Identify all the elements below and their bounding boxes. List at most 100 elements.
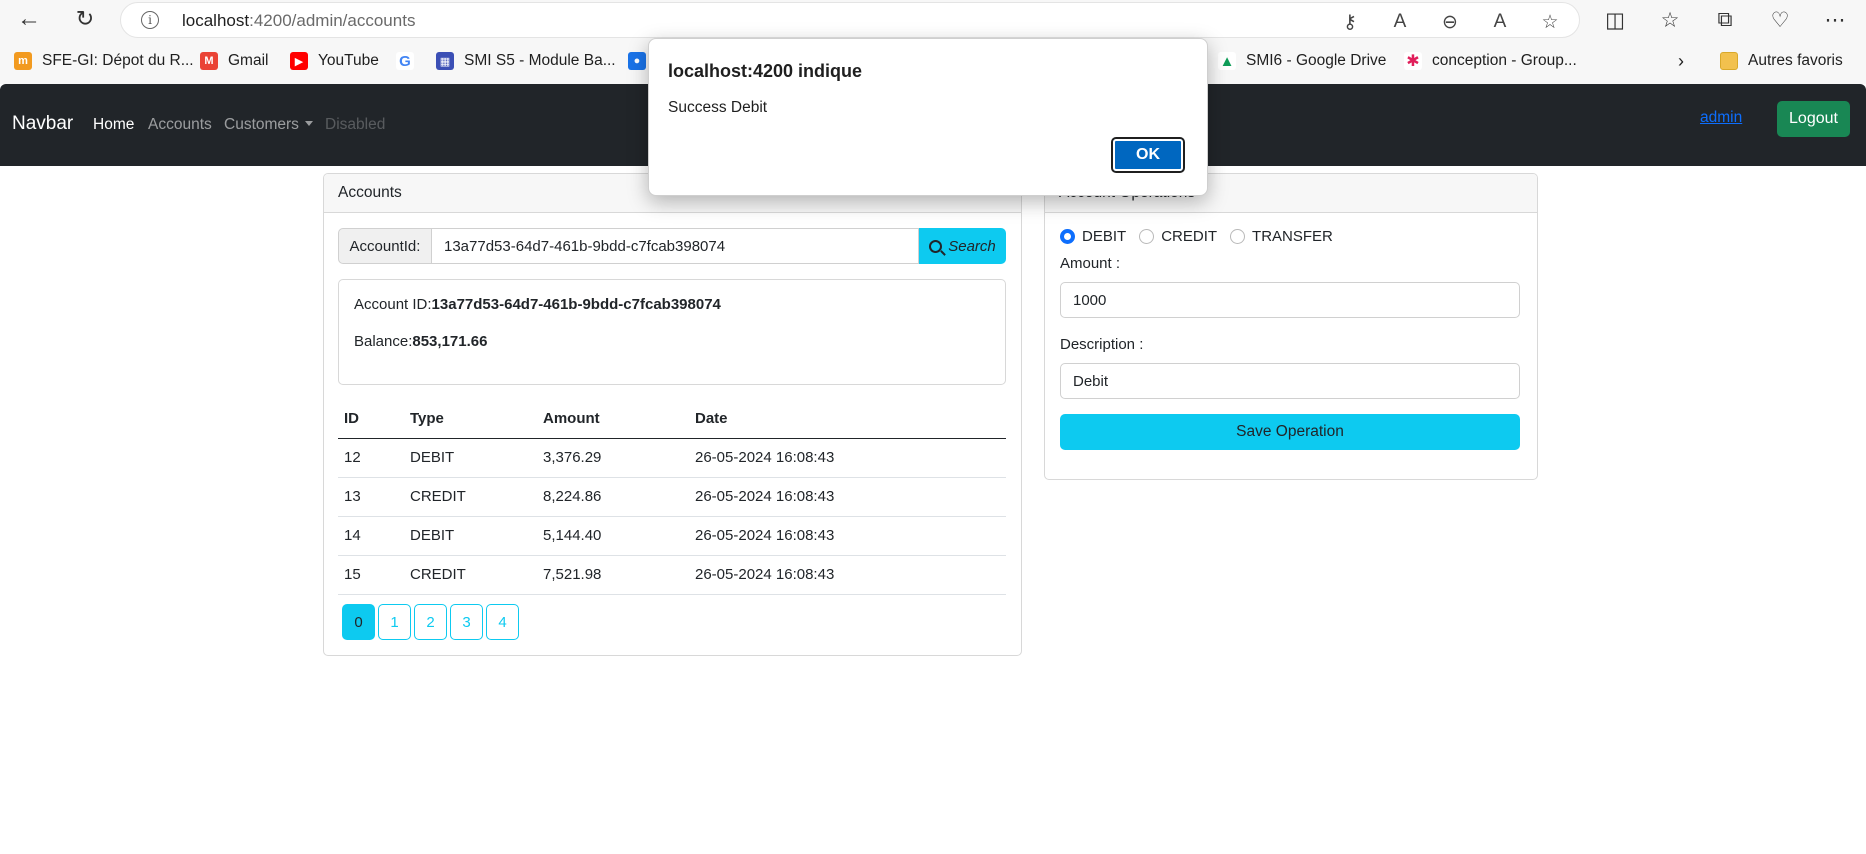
save-operation-button[interactable]: Save Operation: [1060, 414, 1520, 450]
description-input[interactable]: Debit: [1060, 363, 1520, 399]
cell-amount: 8,224.86: [537, 477, 689, 517]
radio-credit-label[interactable]: CREDIT: [1161, 228, 1217, 245]
radio-credit[interactable]: [1139, 229, 1155, 244]
address-bar[interactable]: i localhost:4200/admin/accounts ⚷ A ⊖ A …: [120, 2, 1580, 38]
page-button-3[interactable]: 3: [450, 604, 483, 640]
contacts-icon: ●: [628, 52, 646, 70]
bookmark-smi6-drive[interactable]: ▲ SMI6 - Google Drive: [1218, 49, 1386, 73]
table-row: 15 CREDIT 7,521.98 26-05-2024 16:08:43: [338, 555, 1006, 595]
amount-input[interactable]: 1000: [1060, 282, 1520, 318]
nav-disabled: Disabled: [325, 116, 386, 133]
module-icon: ▦: [436, 52, 454, 70]
amount-label: Amount :: [1060, 255, 1121, 272]
bookmark-conception[interactable]: ✱ conception - Group...: [1404, 49, 1577, 73]
bookmark-sfe[interactable]: m SFE-GI: Dépot du R...: [14, 49, 194, 73]
radio-debit-label[interactable]: DEBIT: [1082, 228, 1126, 245]
cell-type: CREDIT: [404, 555, 537, 595]
cell-type: CREDIT: [404, 477, 537, 517]
gmail-icon: M: [200, 52, 218, 70]
dropdown-caret-icon: [304, 121, 313, 126]
zoom-out-icon[interactable]: ⊖: [1437, 9, 1463, 35]
alert-dialog: localhost:4200 indique Success Debit OK: [648, 38, 1208, 196]
column-header-type: Type: [404, 399, 537, 439]
favorites-icon[interactable]: ☆: [1655, 5, 1685, 35]
logout-button[interactable]: Logout: [1777, 101, 1850, 137]
cell-date: 26-05-2024 16:08:43: [689, 516, 1006, 556]
cell-amount: 5,144.40: [537, 516, 689, 556]
cell-amount: 3,376.29: [537, 438, 689, 478]
translate-icon[interactable]: A: [1387, 9, 1413, 35]
description-label: Description :: [1060, 336, 1144, 353]
table-row: 14 DEBIT 5,144.40 26-05-2024 16:08:43: [338, 516, 1006, 556]
search-icon: [929, 239, 943, 253]
account-search-group: AccountId: 13a77d53-64d7-461b-9bdd-c7fca…: [338, 228, 1006, 264]
folder-icon: [1720, 52, 1738, 70]
youtube-icon: ▶: [290, 52, 308, 70]
page-button-2[interactable]: 2: [414, 604, 447, 640]
search-button[interactable]: Search: [919, 228, 1006, 264]
dialog-ok-button[interactable]: OK: [1111, 137, 1185, 173]
table-row: 13 CREDIT 8,224.86 26-05-2024 16:08:43: [338, 477, 1006, 517]
browser-essentials-icon[interactable]: ♡: [1765, 5, 1795, 35]
column-header-amount: Amount: [537, 399, 689, 439]
radio-debit[interactable]: [1060, 229, 1075, 244]
cell-amount: 7,521.98: [537, 555, 689, 595]
column-header-id: ID: [338, 399, 404, 439]
nav-accounts[interactable]: Accounts: [148, 116, 212, 134]
radio-transfer-label[interactable]: TRANSFER: [1252, 228, 1333, 245]
back-arrow-icon[interactable]: ←: [14, 4, 44, 34]
cell-id: 14: [338, 516, 404, 556]
page-button-4[interactable]: 4: [486, 604, 519, 640]
balance-line: Balance:853,171.66: [354, 333, 488, 350]
collections-icon[interactable]: ⧉: [1710, 5, 1740, 35]
account-id-input[interactable]: 13a77d53-64d7-461b-9bdd-c7fcab398074: [432, 228, 919, 264]
account-id-label: AccountId:: [338, 228, 432, 264]
dialog-title: localhost:4200 indique: [668, 61, 863, 81]
browser-toolbar: ← ↻ i localhost:4200/admin/accounts ⚷ A …: [0, 0, 1866, 38]
operation-type-radios: DEBIT CREDIT TRANSFER: [1060, 228, 1346, 245]
cell-date: 26-05-2024 16:08:43: [689, 438, 1006, 478]
account-details: Account ID:13a77d53-64d7-461b-9bdd-c7fca…: [338, 279, 1006, 385]
google-icon: G: [396, 52, 414, 70]
cell-id: 15: [338, 555, 404, 595]
split-screen-icon[interactable]: ◫: [1600, 5, 1630, 35]
bookmark-smi-s5[interactable]: ▦ SMI S5 - Module Ba...: [436, 49, 616, 73]
operations-table: ID Type Amount Date 12 DEBIT 3,376.29 26…: [338, 399, 1006, 595]
bookmark-gmail[interactable]: M Gmail: [200, 49, 268, 73]
read-aloud-icon[interactable]: A: [1487, 9, 1513, 35]
more-bookmarks-chevron-icon[interactable]: ›: [1678, 49, 1684, 73]
page-button-1[interactable]: 1: [378, 604, 411, 640]
bookmark-google[interactable]: G: [396, 49, 424, 73]
user-admin-link[interactable]: admin: [1700, 109, 1742, 127]
site-info-icon[interactable]: i: [141, 11, 159, 29]
cell-type: DEBIT: [404, 438, 537, 478]
account-operations-card: Account Operations DEBIT CREDIT TRANSFER…: [1044, 173, 1538, 480]
account-id-line: Account ID:13a77d53-64d7-461b-9bdd-c7fca…: [354, 296, 721, 313]
reload-icon[interactable]: ↻: [70, 4, 100, 34]
cell-id: 13: [338, 477, 404, 517]
navbar-brand[interactable]: Navbar: [12, 113, 73, 135]
url-text[interactable]: localhost:4200/admin/accounts: [182, 11, 415, 31]
favorite-star-icon[interactable]: ☆: [1537, 9, 1563, 35]
pagination: 0 1 2 3 4: [342, 604, 522, 640]
google-drive-icon: ▲: [1218, 52, 1236, 70]
moodle-icon: m: [14, 52, 32, 70]
accounts-card: Accounts AccountId: 13a77d53-64d7-461b-9…: [323, 173, 1022, 656]
radio-transfer[interactable]: [1230, 229, 1246, 244]
cell-id: 12: [338, 438, 404, 478]
bookmark-other-favorites[interactable]: Autres favoris: [1720, 49, 1843, 73]
column-header-date: Date: [689, 399, 1006, 439]
key-icon[interactable]: ⚷: [1337, 9, 1363, 35]
bookmark-youtube[interactable]: ▶ YouTube: [290, 49, 379, 73]
table-header-row: ID Type Amount Date: [338, 399, 1006, 439]
slack-icon: ✱: [1404, 52, 1422, 70]
cell-type: DEBIT: [404, 516, 537, 556]
cell-date: 26-05-2024 16:08:43: [689, 555, 1006, 595]
nav-home[interactable]: Home: [93, 116, 134, 134]
nav-customers-dropdown[interactable]: Customers: [224, 116, 313, 134]
more-menu-icon[interactable]: ⋯: [1820, 5, 1850, 35]
dialog-message: Success Debit: [668, 99, 768, 116]
table-row: 12 DEBIT 3,376.29 26-05-2024 16:08:43: [338, 438, 1006, 478]
page-button-0[interactable]: 0: [342, 604, 375, 640]
cell-date: 26-05-2024 16:08:43: [689, 477, 1006, 517]
